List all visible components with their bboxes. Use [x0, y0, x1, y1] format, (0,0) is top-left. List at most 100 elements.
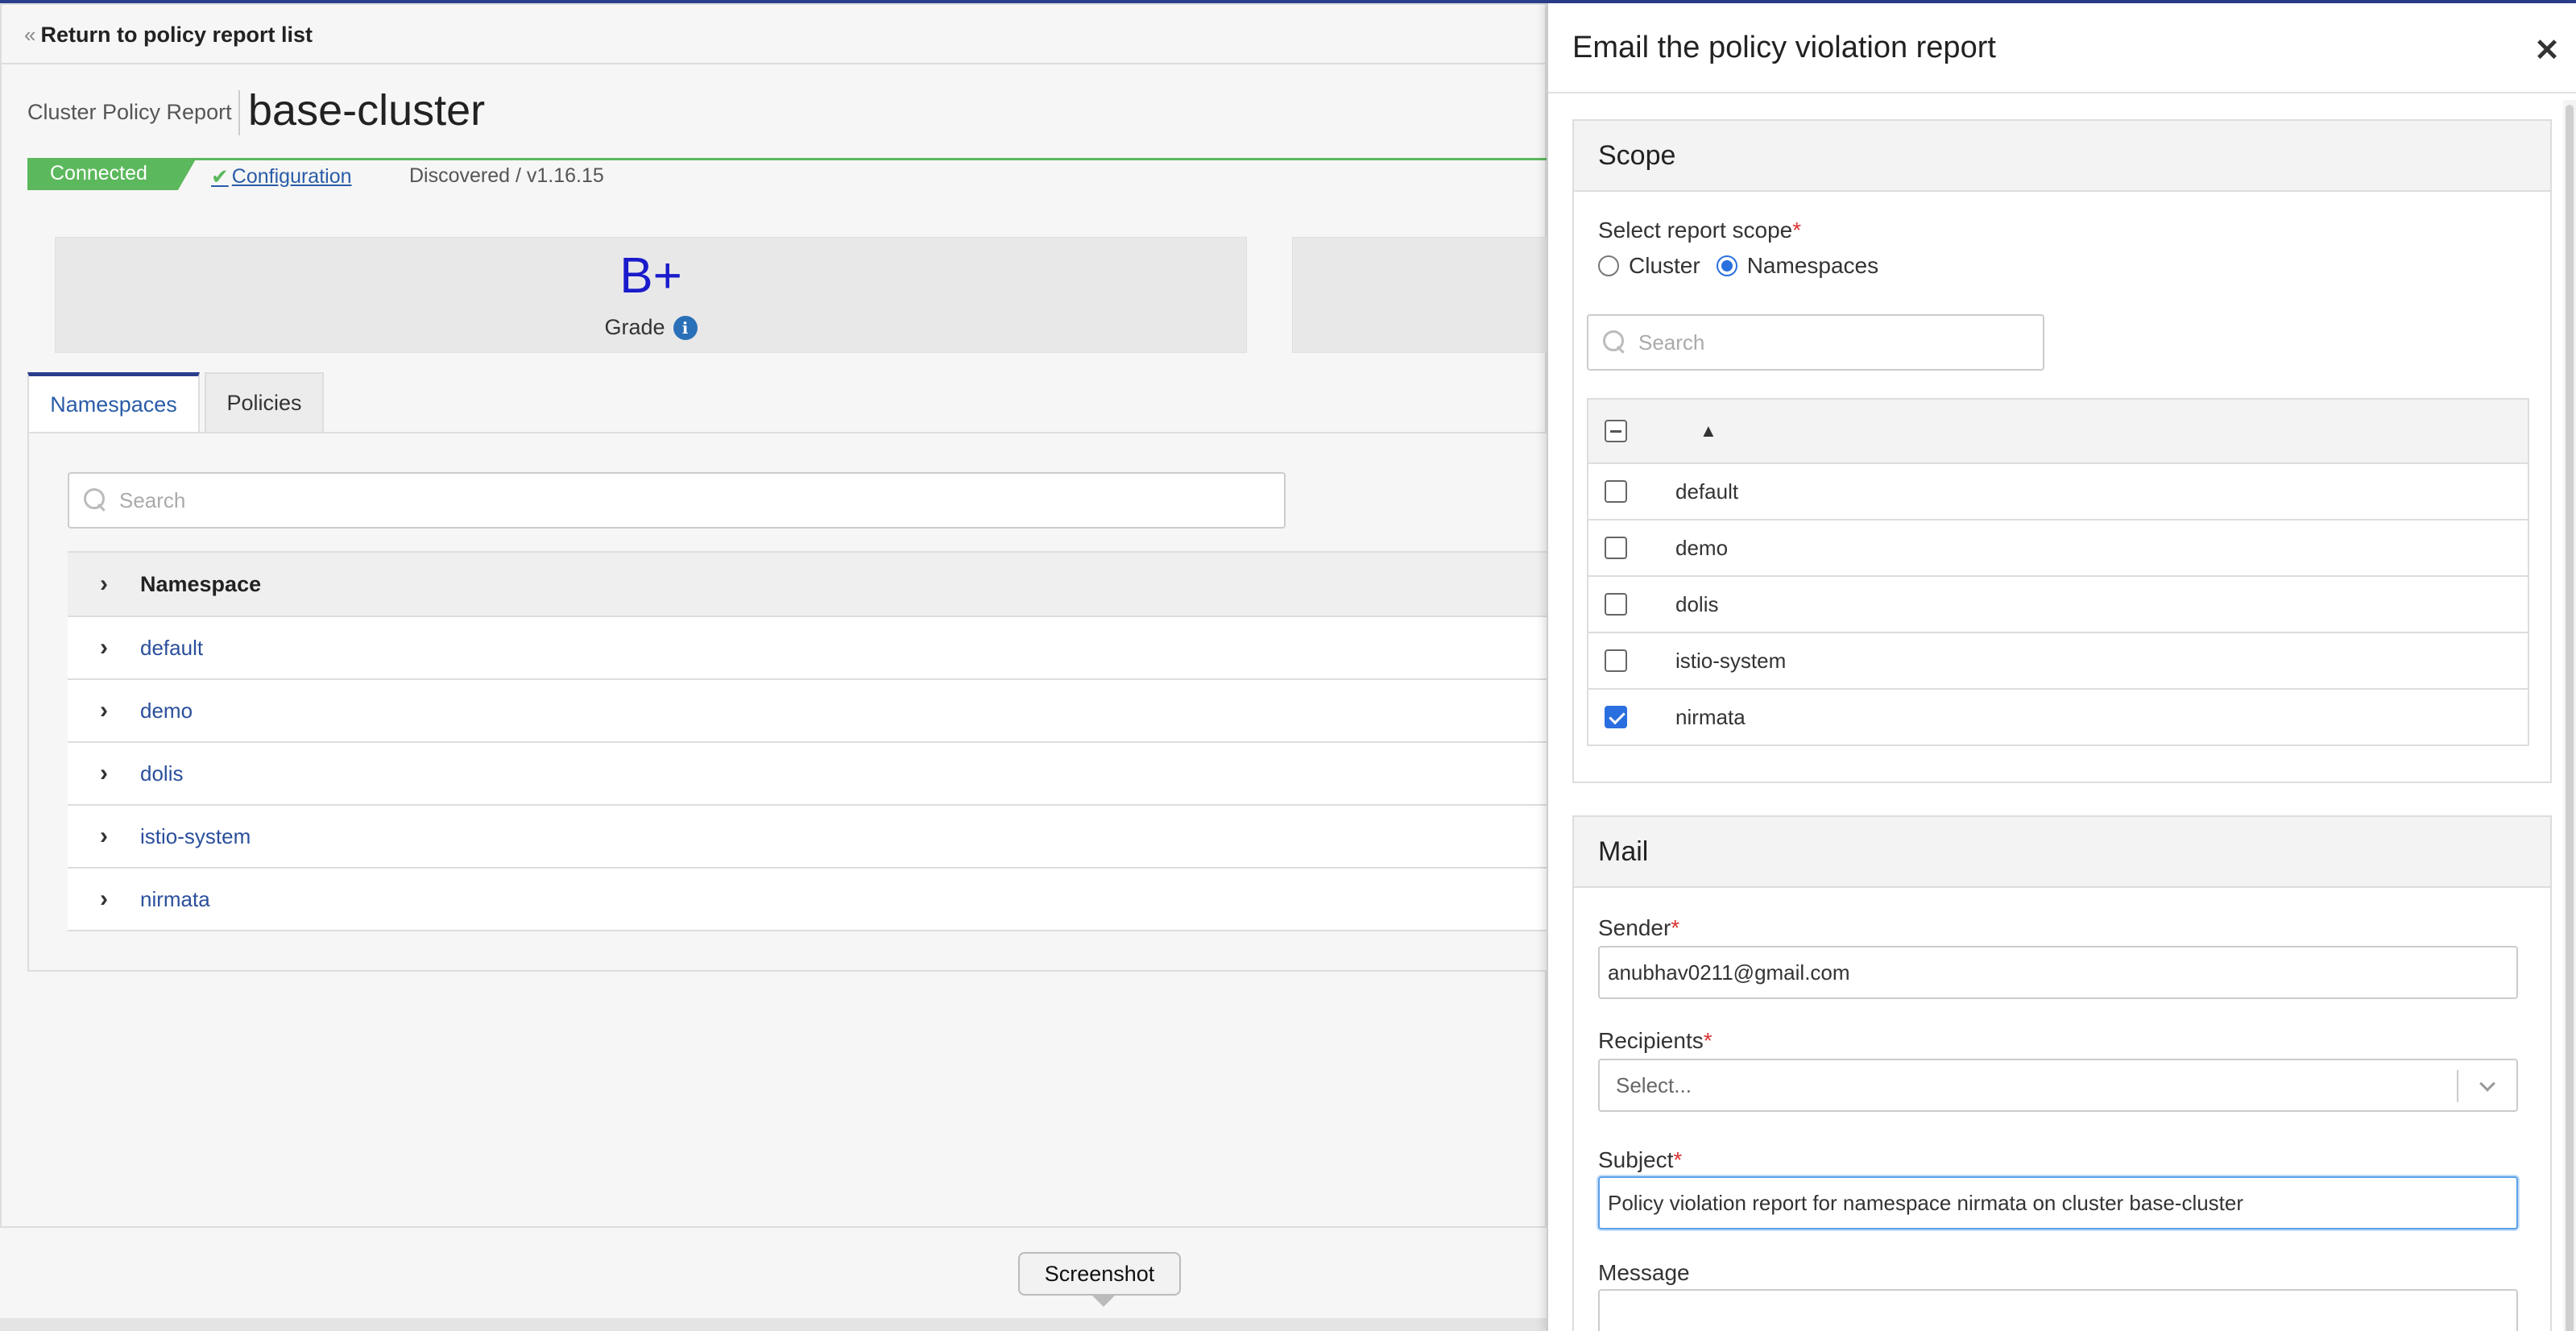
status-bar: Connected ✔ Configuration Discovered / v… — [27, 158, 1548, 190]
namespace-link[interactable]: default — [140, 636, 203, 661]
return-to-list-link[interactable]: « Return to policy report list — [24, 23, 313, 48]
subject-label: Subject — [1598, 1147, 1674, 1172]
drawer-title: Email the policy violation report — [1572, 31, 1996, 64]
scope-section: Scope Select report scope* Cluster Names… — [1572, 119, 2552, 783]
namespace-checkbox[interactable] — [1605, 593, 1627, 616]
namespace-table: › Namespace › default › demo › dolis › i… — [68, 551, 1577, 931]
page-title: base-cluster — [248, 86, 486, 135]
radio-namespaces-label[interactable]: Namespaces — [1747, 253, 1878, 279]
radio-namespaces[interactable] — [1716, 255, 1737, 276]
namespace-name: nirmata — [1675, 704, 1746, 729]
message-textarea[interactable] — [1598, 1289, 2518, 1331]
chevron-down-icon — [2479, 1076, 2495, 1092]
tab-namespaces[interactable]: Namespaces — [27, 372, 200, 433]
table-row: nirmata — [1588, 690, 2528, 746]
expand-all-chevron-icon[interactable]: › — [68, 570, 140, 598]
subject-input[interactable]: Policy violation report for namespace ni… — [1598, 1176, 2518, 1229]
namespaces-panel: › Namespace › default › demo › dolis › i… — [27, 432, 1577, 972]
drawer-scrollbar[interactable] — [2563, 100, 2576, 1331]
info-icon[interactable]: i — [673, 315, 698, 340]
namespace-link[interactable]: dolis — [140, 761, 183, 786]
bottom-bar — [0, 1318, 1547, 1331]
scope-field-label: Select report scope* — [1598, 218, 1801, 243]
expand-chevron-icon[interactable]: › — [68, 823, 140, 850]
namespace-link[interactable]: istio-system — [140, 824, 251, 849]
scope-heading: Scope — [1574, 121, 2550, 192]
namespace-checkbox[interactable] — [1605, 537, 1627, 559]
double-chevron-left-icon: « — [24, 23, 36, 47]
namespace-checkbox[interactable] — [1605, 649, 1627, 672]
expand-chevron-icon[interactable]: › — [68, 697, 140, 724]
recipients-field-label: Recipients* — [1598, 1028, 1713, 1054]
search-icon — [1603, 330, 1627, 355]
namespace-link[interactable]: demo — [140, 699, 193, 724]
mail-section: Mail Sender* anubhav0211@gmail.com Recip… — [1572, 815, 2552, 1331]
message-field-label: Message — [1598, 1260, 1690, 1285]
subject-field-label: Subject* — [1598, 1147, 1682, 1173]
configuration-link[interactable]: ✔ Configuration — [211, 164, 352, 189]
required-marker: * — [1673, 1147, 1683, 1172]
sender-label: Sender — [1598, 915, 1671, 940]
namespace-checkbox-checked[interactable] — [1605, 706, 1627, 728]
required-marker: * — [1792, 218, 1802, 243]
select-all-checkbox[interactable] — [1605, 420, 1627, 442]
scope-search — [1587, 314, 2044, 371]
email-report-drawer: Email the policy violation report ✕ Scop… — [1547, 3, 2576, 1331]
namespace-link[interactable]: nirmata — [140, 887, 210, 912]
radio-cluster[interactable] — [1598, 255, 1619, 276]
summary-card — [1292, 237, 1550, 353]
table-row: › demo — [68, 680, 1577, 743]
breadcrumb-label: Cluster Policy Report — [27, 100, 232, 124]
namespace-name: default — [1675, 479, 1739, 504]
namespace-checkbox[interactable] — [1605, 480, 1627, 503]
close-icon[interactable]: ✕ — [2534, 32, 2560, 68]
configuration-link-label: Configuration — [231, 165, 352, 188]
screenshot-tooltip[interactable]: Screenshot — [1018, 1252, 1181, 1307]
radio-cluster-label[interactable]: Cluster — [1629, 253, 1700, 279]
sender-field-label: Sender* — [1598, 915, 1679, 941]
table-row: › dolis — [68, 743, 1577, 806]
sender-value: anubhav0211@gmail.com — [1608, 960, 1850, 985]
namespace-search — [68, 472, 1286, 529]
grade-label-row: Grade i — [56, 315, 1246, 340]
grade-card: B+ Grade i — [55, 237, 1247, 353]
connected-status-badge: Connected — [27, 158, 197, 190]
tab-policies[interactable]: Policies — [205, 372, 324, 433]
scope-radio-group: Cluster Namespaces — [1598, 253, 1878, 279]
sort-ascending-icon[interactable]: ▲ — [1700, 421, 1717, 442]
scope-label-text: Select report scope — [1598, 218, 1793, 243]
table-row: istio-system — [1588, 633, 2528, 690]
grade-label: Grade — [604, 315, 665, 339]
namespace-name: demo — [1675, 535, 1729, 560]
recipients-placeholder: Select... — [1616, 1072, 1692, 1097]
namespace-column-header[interactable]: Namespace — [140, 572, 261, 597]
expand-chevron-icon[interactable]: › — [68, 634, 140, 661]
table-row: dolis — [1588, 577, 2528, 633]
table-row: › default — [68, 617, 1577, 680]
scrollbar-thumb[interactable] — [2566, 105, 2574, 1331]
subject-value: Policy violation report for namespace ni… — [1608, 1190, 2244, 1215]
drawer-header-divider — [1548, 92, 2576, 93]
expand-chevron-icon[interactable]: › — [68, 885, 140, 913]
scope-search-input[interactable] — [1638, 330, 1990, 355]
scope-namespace-table: ▲ default demo dolis istio-system nirmat… — [1587, 398, 2529, 746]
table-row: › nirmata — [68, 869, 1577, 931]
table-row: › istio-system — [68, 806, 1577, 869]
required-marker: * — [1703, 1028, 1713, 1053]
required-marker: * — [1671, 915, 1680, 940]
search-icon — [84, 488, 108, 512]
table-row: default — [1588, 464, 2528, 520]
recipients-select[interactable]: Select... — [1598, 1059, 2518, 1112]
namespace-search-input[interactable] — [119, 487, 1079, 513]
return-link-label: Return to policy report list — [40, 23, 313, 47]
cluster-policy-report-page: « Return to policy report list Cluster P… — [0, 3, 1577, 1228]
sender-input[interactable]: anubhav0211@gmail.com — [1598, 946, 2518, 999]
dropdown-indicator[interactable] — [2457, 1070, 2516, 1102]
header-divider — [2, 63, 1548, 64]
status-line — [27, 158, 1548, 160]
title-separator — [238, 90, 240, 135]
expand-chevron-icon[interactable]: › — [68, 760, 140, 787]
table-row: demo — [1588, 520, 2528, 577]
grade-value: B+ — [619, 248, 682, 304]
mail-heading: Mail — [1574, 817, 2550, 888]
